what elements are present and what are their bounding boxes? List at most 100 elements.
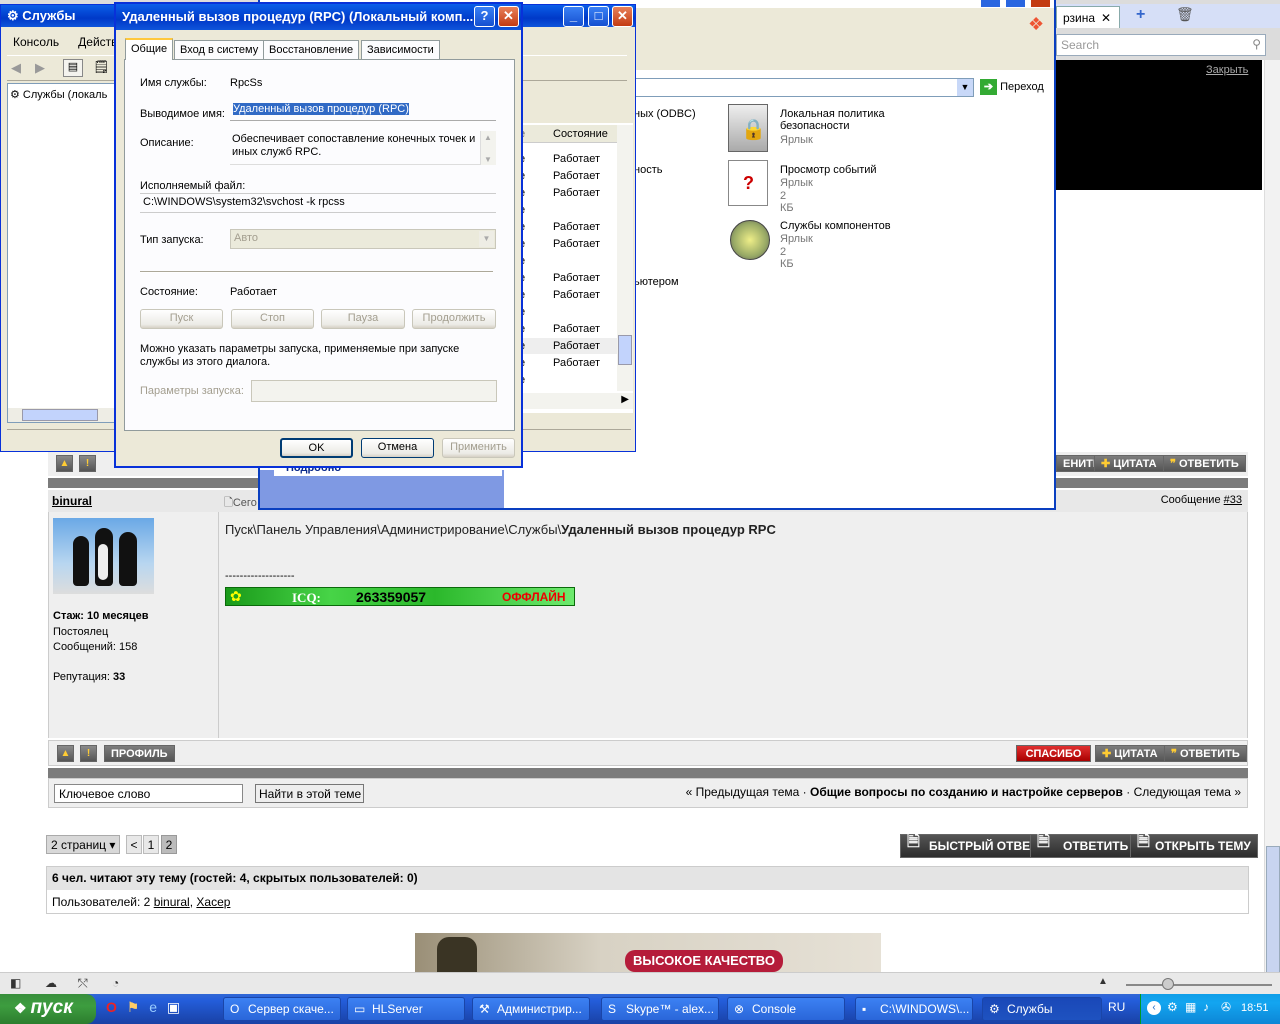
- list-item[interactable]: е: [517, 372, 617, 388]
- browser-tab[interactable]: рзина ✕: [1056, 6, 1120, 28]
- message-number-link[interactable]: #33: [1224, 494, 1242, 506]
- tree-item-services[interactable]: ⚙ Службы (локаль: [10, 88, 107, 101]
- column-header-status[interactable]: Состояние: [553, 128, 608, 140]
- close-icon[interactable]: ✕: [612, 6, 633, 27]
- list-item[interactable]: еРаботает: [517, 219, 617, 235]
- avatar[interactable]: [53, 518, 154, 594]
- cloud-icon[interactable]: ☁: [45, 976, 57, 990]
- topic-search-input[interactable]: Ключевое слово: [54, 784, 243, 803]
- taskbar-button[interactable]: ⚒ Администрир...: [472, 997, 590, 1021]
- tab-recovery[interactable]: Восстановление: [263, 40, 360, 60]
- cancel-button[interactable]: Отмена: [361, 438, 434, 458]
- start-params-input[interactable]: [251, 380, 497, 402]
- topic-search-button[interactable]: Найти в этой теме: [255, 784, 364, 803]
- stop-button[interactable]: Стоп: [231, 309, 314, 329]
- taskbar-button[interactable]: O Сервер скаче...: [223, 997, 341, 1021]
- list-item[interactable]: еРаботает: [517, 321, 617, 337]
- list-item[interactable]: е: [517, 253, 617, 269]
- report-icon[interactable]: !: [80, 745, 97, 762]
- list-hscrollbar[interactable]: ▶: [517, 393, 633, 409]
- page-1[interactable]: 1: [143, 835, 159, 854]
- taskbar-button[interactable]: ⚙ Службы: [982, 997, 1102, 1021]
- thanks-button[interactable]: СПАСИБО: [1016, 745, 1091, 762]
- tree-hscrollbar[interactable]: [8, 408, 116, 422]
- app-icon[interactable]: ⚑: [127, 999, 140, 1015]
- opera-icon[interactable]: O: [106, 999, 117, 1015]
- list-item[interactable]: еРаботает: [517, 270, 617, 286]
- next-topic-link[interactable]: Следующая тема »: [1134, 785, 1241, 799]
- minimize-icon[interactable]: [980, 0, 1001, 8]
- prev-topic-link[interactable]: « Предыдущая тема: [686, 785, 800, 799]
- page-prev[interactable]: <: [126, 835, 142, 854]
- report-icon[interactable]: !: [79, 455, 96, 472]
- up-arrow-icon[interactable]: ▲: [1098, 976, 1108, 987]
- quote-button-top[interactable]: ✚ ЦИТАТА: [1094, 455, 1164, 472]
- list-scrollbar-thumb[interactable]: [618, 335, 632, 365]
- list-item[interactable]: е: [517, 202, 617, 218]
- list-item[interactable]: еРаботает: [517, 338, 617, 354]
- reply-button[interactable]: ❞ ОТВЕТИТЬ: [1164, 745, 1247, 762]
- start-button[interactable]: Пуск: [140, 309, 223, 329]
- speed-icon[interactable]: ◔: [112, 976, 119, 990]
- list-vscrollbar[interactable]: [617, 125, 633, 391]
- menu-console[interactable]: Консоль: [13, 35, 59, 49]
- steam-icon[interactable]: ⚙: [1167, 1000, 1178, 1014]
- maximize-icon[interactable]: □: [588, 6, 609, 27]
- minimize-icon[interactable]: _: [563, 6, 584, 27]
- dialog-titlebar[interactable]: Удаленный вызов процедур (RPC) (Локальны…: [116, 4, 521, 30]
- browser-search-input[interactable]: Search ⚲: [1056, 34, 1266, 56]
- description-scrollbar[interactable]: ▲ ▼: [480, 131, 496, 165]
- help-icon[interactable]: ?: [474, 6, 495, 27]
- display-name-field[interactable]: Удаленный вызов процедур (RPC): [230, 101, 496, 121]
- security-item-fragment[interactable]: ность: [634, 164, 662, 176]
- ad-banner[interactable]: ВЫСОКОЕ КАЧЕСТВО: [415, 933, 881, 972]
- back-icon[interactable]: ◀: [11, 60, 21, 76]
- taskbar-button[interactable]: S Skype™ - alex...: [601, 997, 719, 1021]
- tray-expand-icon[interactable]: ‹: [1147, 1001, 1161, 1015]
- share-icon[interactable]: ⤲: [78, 976, 88, 991]
- close-icon[interactable]: [1030, 0, 1051, 8]
- start-button[interactable]: ❖ пуск: [0, 994, 96, 1024]
- reply-topic-button[interactable]: 🗎 ОТВЕТИТЬ: [1030, 834, 1136, 858]
- close-ad-link[interactable]: Закрыть: [1206, 64, 1248, 76]
- search-icon[interactable]: ⚲: [1252, 37, 1261, 51]
- rep-value[interactable]: 33: [113, 671, 125, 683]
- forward-icon[interactable]: ▶: [35, 60, 45, 76]
- taskbar-button[interactable]: ⊗ Console: [727, 997, 845, 1021]
- apply-button[interactable]: Применить: [442, 438, 515, 458]
- list-item[interactable]: еРаботает: [517, 168, 617, 184]
- post-author-link[interactable]: binural: [52, 494, 92, 508]
- language-indicator[interactable]: RU: [1108, 1000, 1125, 1014]
- profile-button[interactable]: ПРОФИЛЬ: [104, 745, 175, 762]
- tree-toggle-icon[interactable]: ▤: [63, 59, 83, 77]
- trash-icon[interactable]: 🗑: [1176, 6, 1194, 23]
- address-bar[interactable]: ▼: [634, 78, 974, 97]
- up-icon[interactable]: ▲: [57, 745, 74, 762]
- list-item[interactable]: еРаботает: [517, 287, 617, 303]
- quote-button[interactable]: ✚ ЦИТАТА: [1095, 745, 1165, 762]
- close-icon[interactable]: ✕: [498, 6, 519, 27]
- tab-close-icon[interactable]: ✕: [1101, 11, 1111, 25]
- page-scrollbar[interactable]: [1264, 60, 1280, 972]
- list-item[interactable]: еРаботает: [517, 185, 617, 201]
- pages-dropdown[interactable]: 2 страниц ▾: [46, 835, 121, 854]
- scrollbar-thumb[interactable]: [1266, 846, 1280, 972]
- computer-mgmt-fragment[interactable]: ьютером: [634, 276, 679, 288]
- list-item[interactable]: еРаботает: [517, 151, 617, 167]
- ok-button[interactable]: OK: [280, 438, 353, 458]
- properties-icon[interactable]: 🗒: [93, 59, 110, 75]
- tab-general[interactable]: Общие: [125, 38, 174, 60]
- tab-dependencies[interactable]: Зависимости: [361, 40, 440, 60]
- reader-user-link[interactable]: binural: [154, 895, 190, 909]
- chevron-right-icon[interactable]: ▶: [621, 394, 629, 405]
- taskbar-button[interactable]: ▪ C:\WINDOWS\...: [855, 997, 973, 1021]
- odbc-item-fragment[interactable]: ных (ODBC): [634, 108, 696, 120]
- startup-type-select[interactable]: Авто ▼: [230, 229, 496, 249]
- list-item[interactable]: еРаботает: [517, 355, 617, 371]
- network-icon[interactable]: ▦: [1185, 1000, 1196, 1014]
- zoom-slider[interactable]: [1126, 984, 1272, 986]
- resume-button[interactable]: Продолжить: [412, 309, 496, 329]
- list-item[interactable]: е: [517, 304, 617, 320]
- new-tab-icon[interactable]: +: [1136, 6, 1145, 24]
- tree-scrollbar-thumb[interactable]: [22, 409, 98, 421]
